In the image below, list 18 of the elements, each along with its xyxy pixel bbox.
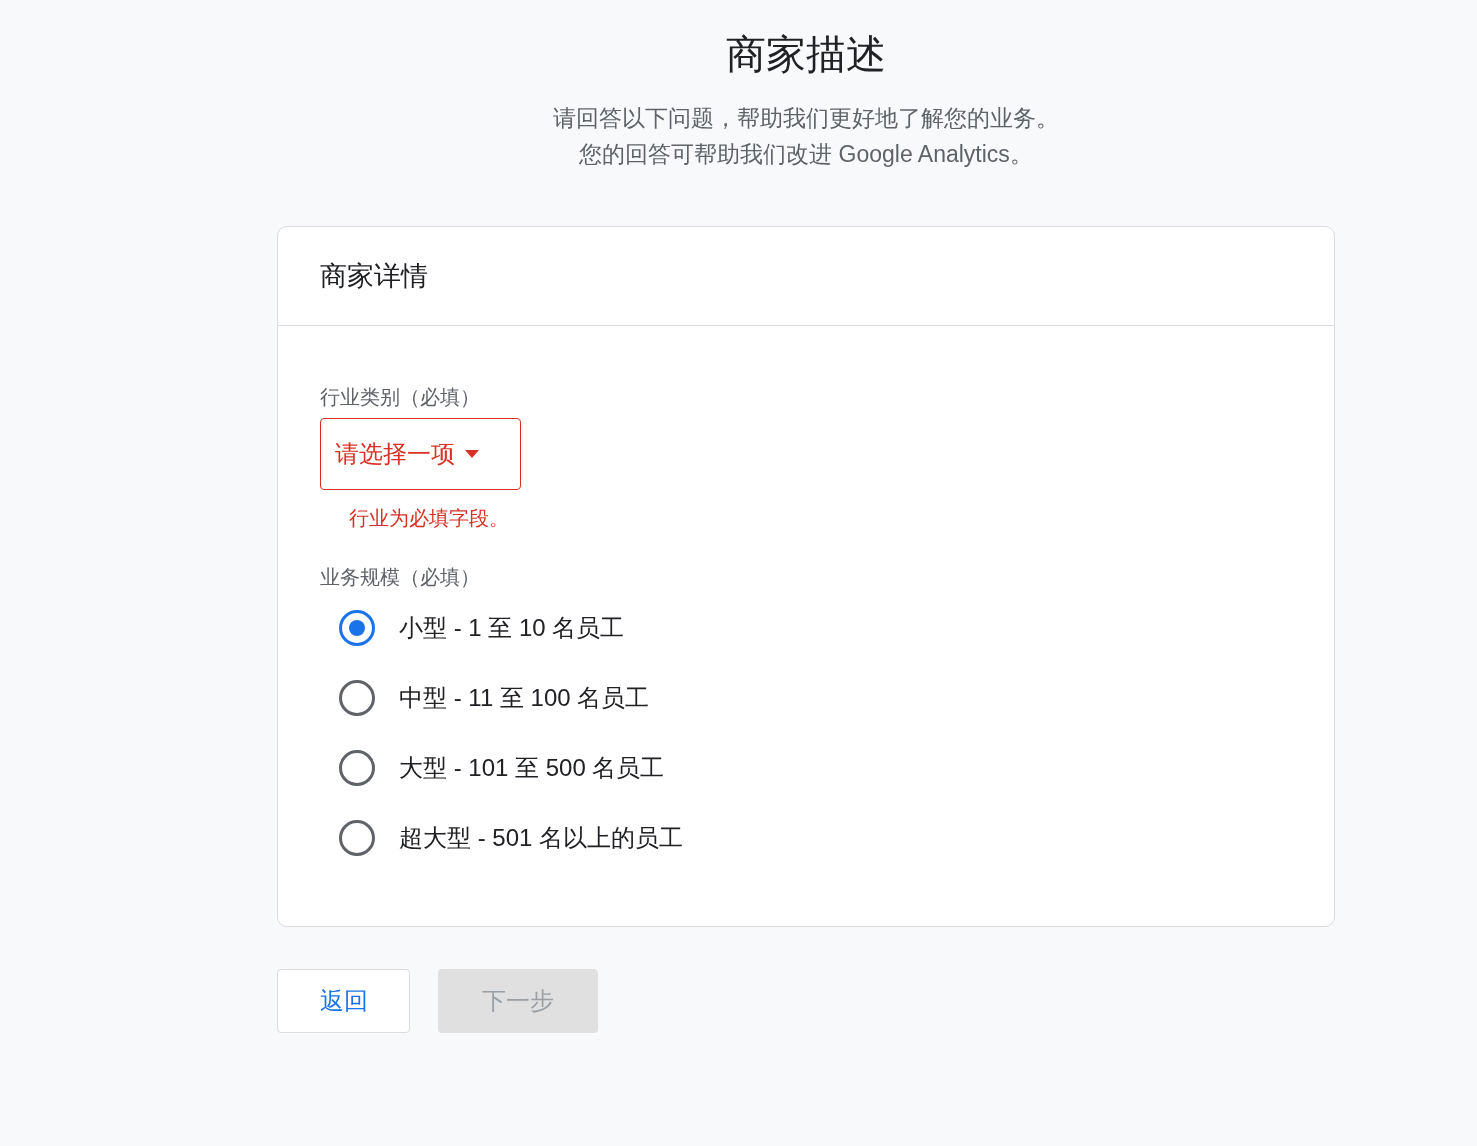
caret-icon	[465, 450, 479, 458]
error-text: 行业为必填字段。	[349, 506, 509, 531]
field-label: 行业类别（必填）	[320, 385, 480, 410]
radio-button[interactable]	[339, 750, 375, 786]
page-title: 商家描述	[726, 31, 886, 78]
card-title: 商家详情	[320, 259, 428, 293]
radio-button[interactable]	[339, 610, 375, 646]
radio-label: 大型 - 101 至 500 名员工	[399, 753, 665, 783]
industry-dropdown[interactable]: 请选择一项	[320, 418, 521, 490]
radio-label: 小型 - 1 至 10 名员工	[399, 613, 625, 643]
radio-button[interactable]	[339, 820, 375, 856]
subtitle-text: 您的回答可帮助我们改进 Google Analytics。	[579, 140, 1033, 169]
field-label: 业务规模（必填）	[320, 565, 480, 590]
radio-label: 超大型 - 501 名以上的员工	[399, 823, 684, 853]
subtitle-text: 请回答以下问题，帮助我们更好地了解您的业务。	[553, 104, 1059, 133]
back-button[interactable]: 返回	[277, 969, 410, 1033]
radio-button[interactable]	[339, 680, 375, 716]
radio-label: 中型 - 11 至 100 名员工	[399, 683, 650, 713]
